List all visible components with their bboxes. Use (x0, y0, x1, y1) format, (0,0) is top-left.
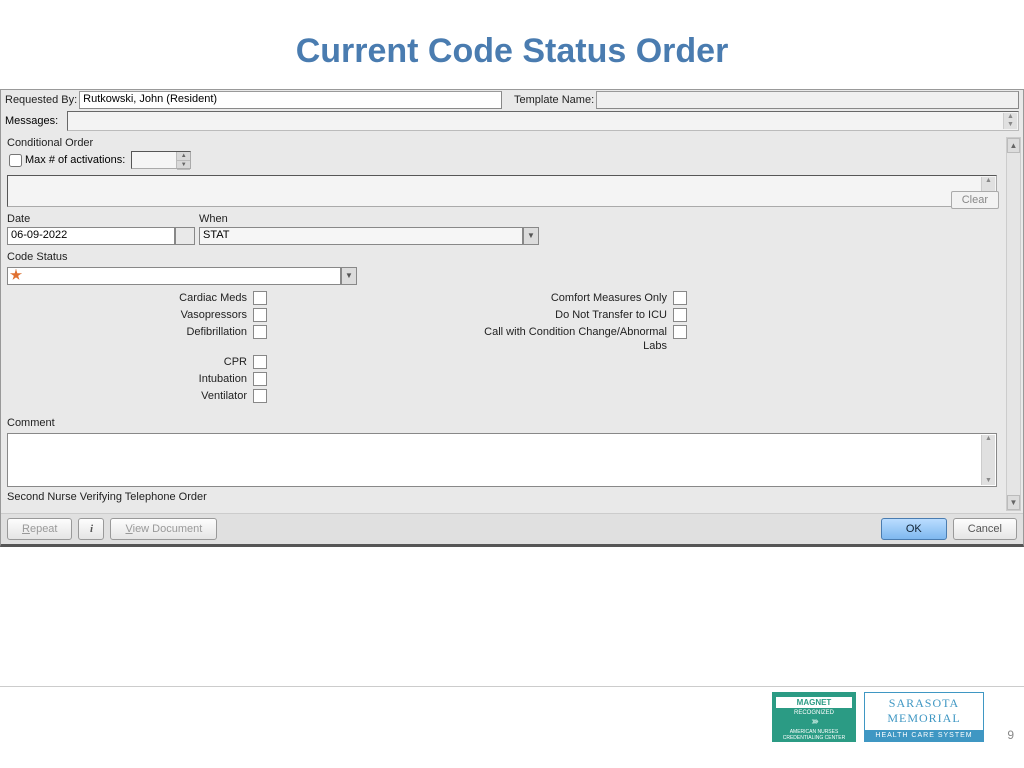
comment-scroll[interactable]: ▲▼ (981, 435, 995, 485)
checkbox-cardiac-meds[interactable] (253, 291, 267, 305)
ok-button[interactable]: OK (881, 518, 947, 540)
template-name-input[interactable] (596, 91, 1019, 109)
check-ventilator: Ventilator (7, 389, 267, 403)
check-no-icu-transfer: Do Not Transfer to ICU (267, 308, 687, 322)
messages-label: Messages: (5, 115, 67, 127)
max-activations-label: Max # of activations: (25, 154, 125, 166)
cancel-button[interactable]: Cancel (953, 518, 1017, 540)
header-row-1: Requested By: Rutkowski, John (Resident)… (1, 90, 1023, 110)
check-cardiac-meds: Cardiac Meds (7, 291, 267, 305)
scroll-up-icon[interactable]: ▲ (1007, 138, 1020, 153)
code-status-input[interactable] (7, 267, 341, 285)
code-status-dropdown-icon[interactable]: ▼ (341, 267, 357, 285)
checkbox-intubation[interactable] (253, 372, 267, 386)
code-status-select[interactable]: ▼ (7, 267, 357, 285)
check-intubation: Intubation (7, 372, 267, 386)
when-input[interactable]: STAT (199, 227, 523, 245)
checkbox-defibrillation[interactable] (253, 325, 267, 339)
scroll-down-icon[interactable]: ▼ (1007, 495, 1020, 510)
conditional-order-label: Conditional Order (3, 135, 1001, 149)
body-scrollbar[interactable]: ▲ ▼ (1006, 137, 1021, 511)
checkbox-grid: Cardiac Meds Vasopressors Defibrillation… (3, 285, 1001, 415)
comment-label: Comment (7, 415, 997, 431)
second-nurse-verify-label: Second Nurse Verifying Telephone Order (3, 489, 1001, 503)
spin-up-icon[interactable]: ▲ (177, 152, 190, 161)
check-defibrillation: Defibrillation (7, 325, 267, 339)
form-body: ▲ ▼ Conditional Order Max # of activatio… (1, 135, 1023, 513)
date-input[interactable]: 06-09-2022 (7, 227, 175, 245)
comment-textarea[interactable]: ▲▼ (7, 433, 997, 487)
slide-title: Current Code Status Order (0, 0, 1024, 89)
messages-box[interactable]: ▲▼ (67, 111, 1019, 131)
checkbox-no-icu-transfer[interactable] (673, 308, 687, 322)
page-number: 9 (1007, 728, 1014, 742)
calendar-icon[interactable] (175, 227, 195, 245)
max-activations-row: Max # of activations: ▲▼ (3, 149, 1001, 175)
bottom-toolbar: Repeat i View Document OK Cancel (1, 513, 1023, 544)
spin-down-icon[interactable]: ▼ (177, 161, 190, 170)
when-dropdown-icon[interactable]: ▼ (523, 227, 539, 245)
check-call-condition-change: Call with Condition Change/Abnormal Labs (267, 325, 687, 353)
checkbox-call-condition-change[interactable] (673, 325, 687, 339)
requested-by-label: Requested By: (5, 94, 79, 106)
checkbox-cpr[interactable] (253, 355, 267, 369)
check-cpr: CPR (7, 355, 267, 369)
magnet-logo: MAGNET RECOGNIZED ›››› AMERICAN NURSES C… (772, 692, 856, 742)
messages-row: Messages: ▲▼ (1, 110, 1023, 135)
order-window: Requested By: Rutkowski, John (Resident)… (0, 89, 1024, 547)
max-activations-spinner[interactable]: ▲▼ (131, 151, 191, 169)
sarasota-logo: SARASOTA MEMORIAL HEALTH CARE SYSTEM (864, 692, 984, 742)
view-document-button[interactable]: View Document (110, 518, 217, 540)
requested-by-input[interactable]: Rutkowski, John (Resident) (79, 91, 502, 109)
condition-textarea[interactable]: ▲▼ (7, 175, 997, 207)
required-star-icon (10, 269, 22, 281)
max-activations-checkbox[interactable] (9, 154, 22, 167)
when-label: When (199, 211, 997, 227)
clear-button[interactable]: Clear (951, 191, 999, 209)
checkbox-comfort-measures[interactable] (673, 291, 687, 305)
check-vasopressors: Vasopressors (7, 308, 267, 322)
template-name-label: Template Name: (514, 94, 596, 106)
code-status-label: Code Status (7, 249, 997, 265)
messages-scroll[interactable]: ▲▼ (1003, 113, 1017, 129)
date-label: Date (7, 211, 199, 227)
repeat-button[interactable]: Repeat (7, 518, 72, 540)
slide-footer: MAGNET RECOGNIZED ›››› AMERICAN NURSES C… (0, 686, 1024, 750)
checkbox-vasopressors[interactable] (253, 308, 267, 322)
check-comfort-measures: Comfort Measures Only (267, 291, 687, 305)
checkbox-ventilator[interactable] (253, 389, 267, 403)
info-button[interactable]: i (78, 518, 104, 540)
